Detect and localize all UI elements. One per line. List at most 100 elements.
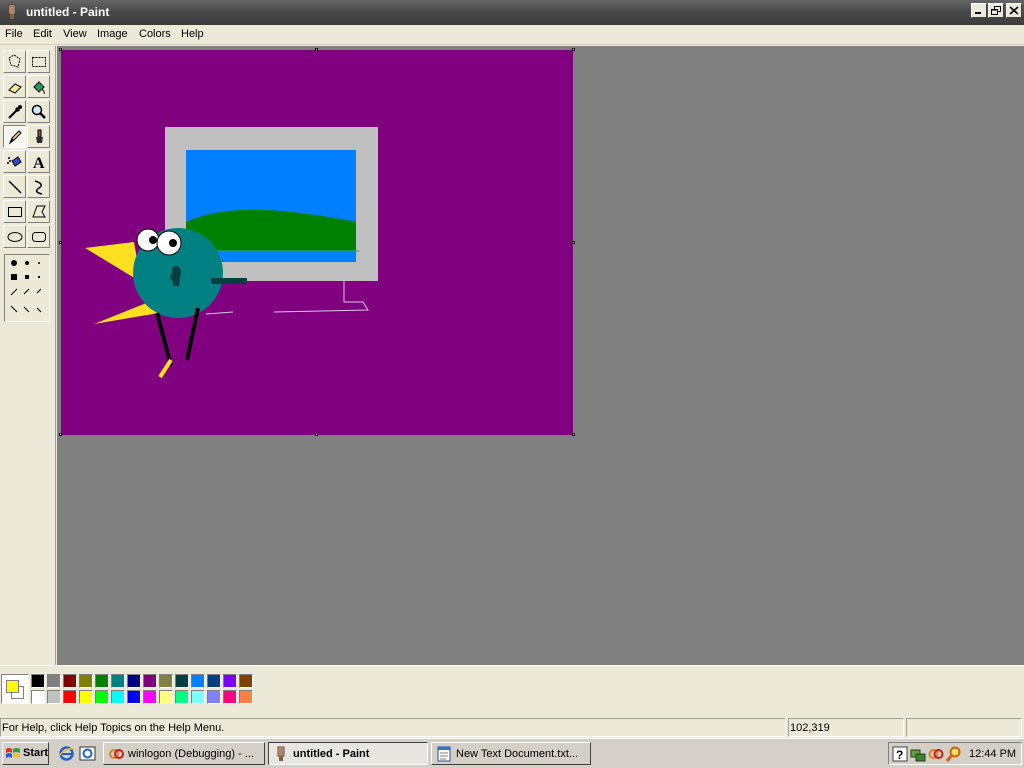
internet-explorer-icon[interactable]	[58, 745, 75, 762]
palette-swatch[interactable]	[47, 674, 61, 688]
status-coordinates: 102,319	[788, 718, 904, 737]
title-bar[interactable]: untitled - Paint	[0, 0, 1024, 25]
palette-swatch[interactable]	[127, 674, 141, 688]
desktop-icon[interactable]	[79, 745, 96, 762]
rounded-rectangle-tool[interactable]	[27, 225, 50, 248]
eraser-icon	[8, 83, 22, 94]
system-tray: ? 12:44 PM	[888, 742, 1022, 765]
menu-colors[interactable]: Colors	[139, 28, 171, 40]
eraser-tool[interactable]	[3, 75, 26, 98]
resize-handle-bottom[interactable]	[315, 433, 318, 436]
palette-swatch[interactable]	[143, 690, 157, 704]
paint-brush-icon	[8, 4, 16, 19]
palette-swatch[interactable]	[175, 674, 189, 688]
text-icon: A	[33, 155, 45, 171]
palette-swatch[interactable]	[47, 690, 61, 704]
palette-swatch[interactable]	[143, 674, 157, 688]
canvas-drawing	[85, 127, 378, 379]
palette-swatch[interactable]	[95, 674, 109, 688]
palette-swatch[interactable]	[207, 690, 221, 704]
task-untitled-paint[interactable]: untitled - Paint	[268, 742, 428, 765]
palette-swatch[interactable]	[63, 690, 77, 704]
palette-swatch[interactable]	[31, 674, 45, 688]
palette-swatch[interactable]	[127, 690, 141, 704]
palette-swatch[interactable]	[223, 690, 237, 704]
magnifier-icon	[31, 104, 46, 119]
palette-swatch[interactable]	[95, 690, 109, 704]
menu-help[interactable]: Help	[181, 28, 204, 40]
menu-file[interactable]: File	[5, 28, 23, 40]
line-tool[interactable]	[3, 175, 26, 198]
color-box	[0, 665, 1024, 713]
color-palette	[31, 674, 256, 706]
free-form-select-tool[interactable]	[3, 50, 26, 73]
menu-image[interactable]: Image	[97, 28, 128, 40]
tool-options-box[interactable]	[4, 254, 50, 322]
resize-handle-top-left	[59, 48, 62, 51]
palette-swatch[interactable]	[111, 690, 125, 704]
drawing-canvas[interactable]	[61, 50, 573, 435]
status-size	[906, 718, 1022, 737]
palette-swatch[interactable]	[191, 674, 205, 688]
polygon-icon	[32, 205, 46, 218]
close-icon	[1009, 6, 1019, 15]
start-button[interactable]: Start	[2, 742, 49, 765]
ellipse-tool[interactable]	[3, 225, 26, 248]
fill-with-color-icon	[33, 81, 45, 95]
task-winlogon-debugging[interactable]: winlogon (Debugging) - ...	[103, 742, 265, 765]
restore-button[interactable]	[988, 3, 1004, 18]
task-new-text-document[interactable]: New Text Document.txt...	[431, 742, 591, 765]
close-button[interactable]	[1006, 3, 1022, 18]
text-tool[interactable]: A	[27, 150, 50, 173]
palette-swatch[interactable]	[207, 674, 221, 688]
window-title: untitled - Paint	[26, 5, 110, 19]
brush-tool[interactable]	[27, 125, 50, 148]
palette-swatch[interactable]	[239, 674, 253, 688]
select-icon	[32, 57, 46, 67]
restore-icon	[991, 6, 1001, 15]
search-icon[interactable]	[946, 746, 962, 762]
status-help-text: For Help, click Help Topics on the Help …	[0, 718, 786, 737]
magnifier-tool[interactable]	[27, 100, 50, 123]
minimize-button[interactable]	[971, 3, 987, 18]
polygon-tool[interactable]	[27, 200, 50, 223]
notepad-icon	[437, 746, 451, 762]
palette-swatch[interactable]	[175, 690, 189, 704]
pick-color-icon	[8, 105, 22, 119]
palette-swatch[interactable]	[31, 690, 45, 704]
palette-swatch[interactable]	[63, 674, 77, 688]
palette-swatch[interactable]	[159, 674, 173, 688]
palette-swatch[interactable]	[223, 674, 237, 688]
palette-swatch[interactable]	[239, 690, 253, 704]
current-colors[interactable]	[1, 674, 29, 704]
rectangle-icon	[8, 207, 22, 217]
resize-handle-bottom-right[interactable]	[572, 433, 575, 436]
palette-swatch[interactable]	[79, 690, 93, 704]
debugger-icon[interactable]	[928, 746, 944, 762]
palette-swatch[interactable]	[79, 674, 93, 688]
curve-icon	[34, 180, 43, 195]
brush-icon	[36, 129, 43, 143]
drawing-workspace	[57, 46, 1024, 665]
network-icon[interactable]	[910, 746, 926, 762]
curve-tool[interactable]	[27, 175, 50, 198]
menu-edit[interactable]: Edit	[33, 28, 52, 40]
tool-box: A	[0, 46, 56, 665]
menu-view[interactable]: View	[63, 28, 87, 40]
debugger-icon	[109, 749, 124, 759]
fill-with-color-tool[interactable]	[27, 75, 50, 98]
airbrush-tool[interactable]	[3, 150, 26, 173]
pick-color-tool[interactable]	[3, 100, 26, 123]
resize-handle-left	[59, 241, 62, 244]
pencil-tool[interactable]	[3, 125, 26, 148]
select-tool[interactable]	[27, 50, 50, 73]
resize-handle-right[interactable]	[572, 241, 575, 244]
palette-swatch[interactable]	[159, 690, 173, 704]
pencil-icon	[8, 130, 22, 145]
help-icon[interactable]: ?	[892, 746, 908, 762]
task-label: winlogon (Debugging) - ...	[128, 748, 254, 760]
rectangle-tool[interactable]	[3, 200, 26, 223]
palette-swatch[interactable]	[191, 690, 205, 704]
palette-swatch[interactable]	[111, 674, 125, 688]
windows-logo-icon	[6, 748, 20, 758]
